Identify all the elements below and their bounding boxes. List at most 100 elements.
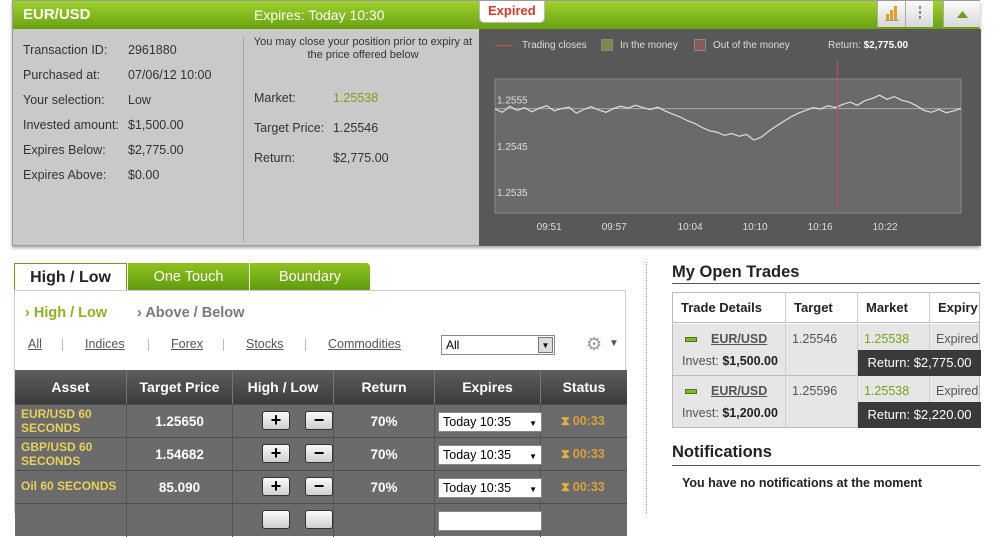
filter-stocks[interactable]: Stocks (246, 337, 284, 351)
return-value: $2,775.00 (333, 151, 389, 165)
notifications-message: You have no notifications at the moment (682, 476, 923, 490)
low-button[interactable]: − (305, 477, 333, 496)
trade-pair-link[interactable]: EUR/USD (711, 332, 767, 346)
filter-commodities[interactable]: Commodities (328, 337, 401, 351)
hourglass-icon: ⧗ (561, 480, 570, 494)
return-percent (334, 504, 435, 537)
high-button[interactable]: + (262, 411, 290, 430)
filter-bar: All Indices Forex Stocks Commodities All… (15, 334, 625, 359)
expires-cell: Today 10:35 ▼ (435, 471, 542, 504)
trading-panel: › High / Low › Above / Below All Indices… (14, 290, 627, 537)
target-price: 1.54682 (127, 438, 233, 471)
trade-target: 1.25546 (786, 324, 858, 376)
trade-invest: Invest: $1,500.00 (682, 354, 778, 368)
open-trades-header: Trade Details Target Market Expiry (673, 293, 979, 323)
details-icon[interactable] (905, 1, 933, 27)
high-button[interactable]: + (262, 477, 290, 496)
open-trade-row[interactable]: EUR/USD Invest: $1,500.00 1.25546 1.2553… (673, 324, 981, 376)
title-rule (672, 465, 980, 466)
info-label: Expires Above: (23, 168, 107, 182)
invest-label: Invest: (682, 354, 719, 368)
column-divider (646, 262, 647, 513)
high-button[interactable]: + (262, 444, 290, 463)
target-price: 1.25650 (127, 405, 233, 438)
filter-indices[interactable]: Indices (85, 337, 125, 351)
low-button[interactable]: − (305, 444, 333, 463)
low-button[interactable]: − (305, 411, 333, 430)
trade-pair-link[interactable]: EUR/USD (711, 384, 767, 398)
divider (243, 37, 244, 242)
asset-name[interactable]: GBP/USD 60 SECONDS (15, 438, 127, 471)
trade-status-icon (685, 389, 697, 394)
col-expires: Expires (435, 370, 541, 404)
subtab-above-below[interactable]: › Above / Below (137, 305, 244, 321)
expires-title: Expires: Today 10:30 (254, 7, 385, 23)
close-position-note: You may close your position prior to exp… (253, 36, 473, 61)
return-percent: 70% (334, 471, 435, 504)
status-timer: 00:33 (572, 414, 605, 428)
trade-details-panel: EUR/USD Expires: Today 10:30 Expired Tra… (12, 0, 981, 246)
info-label: Transaction ID: (23, 43, 108, 57)
asset-name[interactable]: Oil 60 SECONDS (15, 471, 127, 504)
info-value: $0.00 (128, 168, 160, 182)
bar-chart-icon[interactable] (877, 1, 905, 27)
trade-details-cell: EUR/USD Invest: $1,500.00 (673, 324, 786, 376)
expiry-select[interactable]: Today 10:35 ▼ (438, 478, 542, 498)
expiry-select[interactable]: Today 10:35 ▼ (438, 445, 542, 465)
hourglass-icon: ⧗ (561, 414, 570, 428)
subtab-high-low[interactable]: › High / Low (25, 305, 107, 321)
status-cell: ⧗ 00:33 (541, 405, 627, 438)
collapse-up-icon[interactable] (943, 1, 980, 27)
table-row: Oil 60 SECONDS 85.090 + − 70% Today 10:3… (15, 470, 627, 504)
asset-name[interactable]: EUR/USD 60 SECONDS (15, 405, 127, 438)
info-label: Expires Below: (23, 143, 106, 157)
col-trade-details: Trade Details (673, 293, 786, 323)
high-low-cell: + − (233, 405, 334, 438)
target-price: 85.090 (127, 471, 233, 504)
price-chart: Trading closes In the money Out of the m… (479, 29, 981, 246)
expiry-value: Today 10:35 (443, 448, 512, 462)
invest-value: $1,200.00 (722, 406, 778, 420)
filter-all[interactable]: All (28, 337, 42, 351)
price-chart-svg: 1.2555 1.2545 1.2535 09:51 09:57 10:04 10:10 10… (494, 59, 962, 233)
col-asset: Asset (15, 370, 127, 404)
col-market: Market (858, 293, 930, 323)
pair-title: EUR/USD (23, 6, 91, 23)
col-expiry: Expiry (938, 300, 978, 315)
trade-return: Return: $2,220.00 (858, 402, 981, 428)
expired-badge: Expired (479, 1, 545, 23)
info-value: $1,500.00 (128, 118, 184, 132)
trade-return: Return: $2,775.00 (858, 350, 981, 376)
x-tick-label: 10:10 (743, 222, 768, 233)
high-low-cell: + − (233, 471, 334, 504)
high-low-cell: + − (233, 438, 334, 471)
x-tick-label: 10:22 (873, 222, 898, 233)
filter-separator (305, 339, 306, 351)
expiry-value: Today 10:35 (443, 415, 512, 429)
asset-name (15, 504, 127, 537)
caret-down-icon[interactable]: ▼ (609, 338, 619, 349)
plot-area (494, 78, 962, 214)
info-value: $2,775.00 (128, 143, 184, 157)
y-tick-label: 1.2535 (497, 188, 528, 199)
target-value: 1.25546 (333, 121, 379, 135)
high-low-cell (233, 504, 334, 537)
status-cell: ⧗ 00:33 (541, 438, 627, 471)
tab-boundary[interactable]: Boundary (249, 263, 370, 291)
tab-one-touch[interactable]: One Touch (127, 263, 249, 291)
filter-forex[interactable]: Forex (171, 337, 203, 351)
market-filter-select[interactable]: All ▼ (441, 335, 555, 355)
expiry-select[interactable]: Today 10:35 ▼ (438, 412, 542, 432)
expiry-select[interactable] (438, 511, 542, 531)
tab-high-low[interactable]: High / Low (14, 263, 127, 291)
target-label: Target Price: (254, 121, 325, 135)
trade-target: 1.25596 (786, 376, 858, 428)
expires-cell: Today 10:35 ▼ (435, 438, 542, 471)
info-value: 07/06/12 10:00 (128, 68, 212, 82)
gear-icon[interactable]: ⚙ (586, 334, 602, 355)
market-label: Market: (254, 91, 296, 105)
chevron-down-icon: ▼ (529, 419, 537, 428)
status-cell (541, 504, 627, 537)
open-trade-row[interactable]: EUR/USD Invest: $1,200.00 1.25596 1.2553… (673, 376, 981, 428)
notifications-title: Notifications (672, 443, 772, 461)
